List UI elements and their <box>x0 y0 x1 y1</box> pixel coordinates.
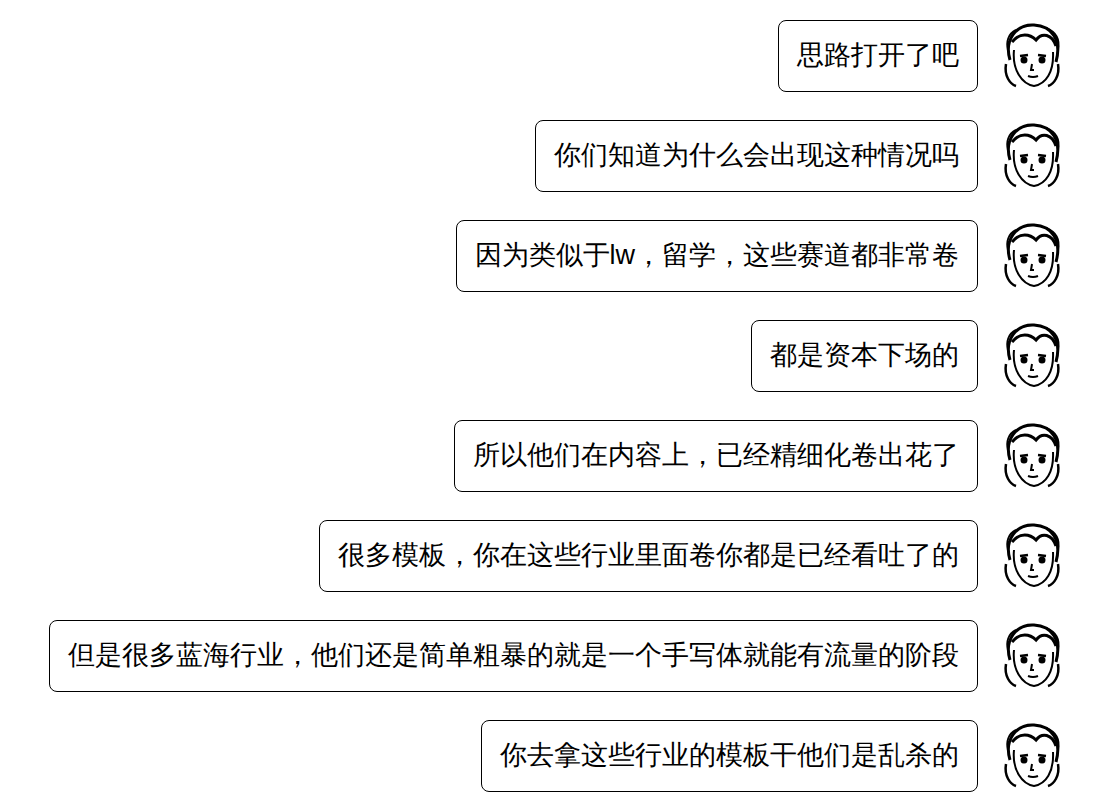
message-text: 你们知道为什么会出现这种情况吗 <box>554 138 959 173</box>
message-text: 思路打开了吧 <box>797 38 959 73</box>
avatar-icon[interactable] <box>996 720 1068 792</box>
chat-list: 思路打开了吧你们知道为什么会出现这种情况吗因为类似于lw，留学，这些赛道都非常卷… <box>0 0 1093 792</box>
message-bubble: 但是很多蓝海行业，他们还是简单粗暴的就是一个手写体就能有流量的阶段 <box>49 620 978 692</box>
message-bubble: 因为类似于lw，留学，这些赛道都非常卷 <box>456 220 979 292</box>
message-bubble: 很多模板，你在这些行业里面卷你都是已经看吐了的 <box>319 520 978 592</box>
avatar-icon[interactable] <box>996 620 1068 692</box>
message-bubble: 你们知道为什么会出现这种情况吗 <box>535 120 978 192</box>
avatar-icon[interactable] <box>996 520 1068 592</box>
avatar-icon[interactable] <box>996 320 1068 392</box>
message-row: 因为类似于lw，留学，这些赛道都非常卷 <box>12 220 1068 292</box>
message-text: 因为类似于lw，留学，这些赛道都非常卷 <box>475 238 960 273</box>
avatar-icon[interactable] <box>996 120 1068 192</box>
avatar-icon[interactable] <box>996 420 1068 492</box>
message-row: 很多模板，你在这些行业里面卷你都是已经看吐了的 <box>12 520 1068 592</box>
message-bubble: 所以他们在内容上，已经精细化卷出花了 <box>454 420 978 492</box>
message-text: 都是资本下场的 <box>770 338 959 373</box>
message-text: 你去拿这些行业的模板干他们是乱杀的 <box>500 738 959 773</box>
message-text: 但是很多蓝海行业，他们还是简单粗暴的就是一个手写体就能有流量的阶段 <box>68 638 959 673</box>
message-row: 你们知道为什么会出现这种情况吗 <box>12 120 1068 192</box>
message-text: 所以他们在内容上，已经精细化卷出花了 <box>473 438 959 473</box>
message-bubble: 思路打开了吧 <box>778 20 978 92</box>
message-bubble: 都是资本下场的 <box>751 320 978 392</box>
message-row: 所以他们在内容上，已经精细化卷出花了 <box>12 420 1068 492</box>
avatar-icon[interactable] <box>996 20 1068 92</box>
message-row: 但是很多蓝海行业，他们还是简单粗暴的就是一个手写体就能有流量的阶段 <box>12 620 1068 692</box>
message-row: 都是资本下场的 <box>12 320 1068 392</box>
message-row: 思路打开了吧 <box>12 20 1068 92</box>
message-bubble: 你去拿这些行业的模板干他们是乱杀的 <box>481 720 978 792</box>
message-text: 很多模板，你在这些行业里面卷你都是已经看吐了的 <box>338 538 959 573</box>
avatar-icon[interactable] <box>996 220 1068 292</box>
message-row: 你去拿这些行业的模板干他们是乱杀的 <box>12 720 1068 792</box>
